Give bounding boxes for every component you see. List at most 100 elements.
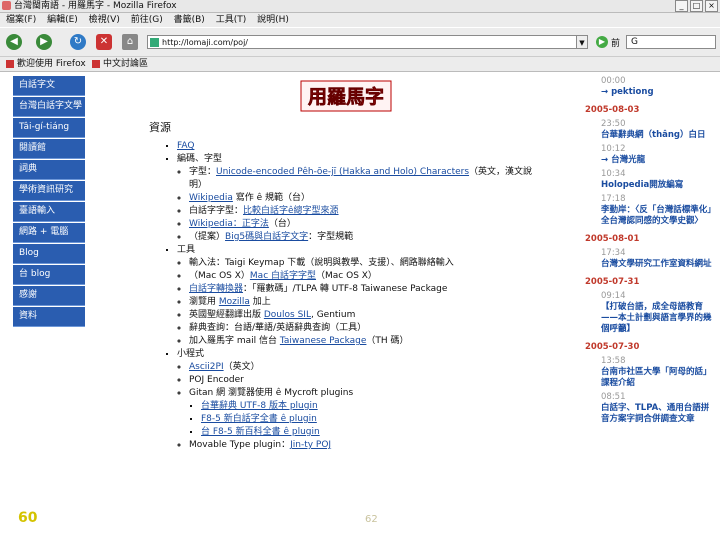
sidebar-item[interactable]: Tâi-gí-tiáng — [13, 118, 85, 138]
blog-sidebar: 00:00 → pektiong 2005-08-03 23:50 台華辭典網（thân… — [585, 76, 717, 428]
svg-text:用羅馬字: 用羅馬字 — [308, 85, 384, 108]
blog-date: 2005-07-31 — [585, 277, 640, 287]
item-text: （提案） — [189, 232, 226, 242]
blog-entry: 13:58 台南市社區大學「阿母的話」課程介紹 — [585, 356, 717, 389]
blog-entry-link[interactable]: 台灣文學研究工作室資料網址 — [601, 259, 717, 270]
blog-entry-link[interactable]: 【打破台語，成全母語教育——本土計劃與語言學界的幾個呼籲】 — [601, 302, 717, 335]
site-logo[interactable]: 用羅馬字 — [300, 80, 392, 112]
list-item: 白話字字型：比較白話字ê總字型來源 — [189, 205, 545, 218]
blog-entry-time: 00:00 — [601, 76, 626, 86]
menu-bookmarks[interactable]: 書籤(B) — [174, 13, 205, 27]
sidebar-item[interactable]: 感謝 — [13, 286, 85, 306]
resource-link[interactable]: Mac 白話字字型 — [250, 271, 316, 281]
blog-entry-time: 08:51 — [601, 392, 626, 402]
menu-go[interactable]: 前往(G) — [131, 13, 163, 27]
resource-link[interactable]: 白話字轉換器 — [189, 284, 243, 294]
item-text: （台） — [268, 219, 296, 229]
forward-arrow-icon[interactable]: ▶ — [36, 34, 52, 50]
blog-entry-link[interactable]: 台華辭典網（thâng）白日 — [601, 130, 717, 141]
blog-date: 2005-08-01 — [585, 234, 640, 244]
item-text: 瀏覽用 — [189, 297, 219, 307]
resource-link[interactable]: 台 F8-5 新百科全書 ê plugin — [201, 427, 320, 437]
list-item: FAQ — [177, 140, 545, 153]
blog-entry-time: 09:14 — [601, 291, 626, 301]
stop-icon[interactable]: ✕ — [96, 34, 112, 50]
faq-link[interactable]: FAQ — [177, 141, 194, 151]
list-item: 英國聖經翻譯出版 Doulos SIL, Gentium — [189, 309, 545, 322]
sidebar-item[interactable]: 閱讀館 — [13, 139, 85, 159]
go-icon[interactable]: ▶ — [596, 36, 608, 48]
window-titlebar: 台灣閩南語 - 用羅馬字 - Mozilla Firefox _ □ × — [0, 0, 720, 13]
item-text: ：字型規範 — [308, 232, 354, 242]
url-dropdown-chevron-icon[interactable]: ▼ — [576, 35, 588, 49]
menu-tools[interactable]: 工具(T) — [216, 13, 247, 27]
bookmark-item[interactable]: 中文討論區 — [92, 57, 148, 71]
menu-help[interactable]: 說明(H) — [257, 13, 289, 27]
resource-link[interactable]: Wikipedia — [189, 193, 233, 203]
resource-link[interactable]: Mozilla — [219, 297, 250, 307]
home-icon[interactable]: ⌂ — [122, 34, 138, 50]
list-item: Wikipedia 寫作 ê 規範（台） — [189, 192, 545, 205]
resource-link[interactable]: Jin-ty POJ — [290, 440, 331, 450]
menu-bar: 檔案(F) 編輯(E) 檢視(V) 前往(G) 書籤(B) 工具(T) 說明(H… — [0, 13, 720, 27]
list-item: 瀏覽用 Mozilla 加上 — [189, 296, 545, 309]
sidebar-item[interactable]: 網路 + 電腦 — [13, 223, 85, 243]
item-text: 寫作 ê 規範（台） — [232, 193, 311, 203]
resource-link[interactable]: 台華辭典 UTF-8 版本 plugin — [201, 401, 318, 411]
sidebar-item[interactable]: Blog — [13, 244, 85, 264]
slide-number: 60 — [18, 510, 38, 526]
menu-file[interactable]: 檔案(F) — [6, 13, 36, 27]
menu-edit[interactable]: 編輯(E) — [47, 13, 78, 27]
list-item: Ascii2PI（英文） — [189, 361, 545, 374]
resource-link[interactable]: Wikipedia：正字法 — [189, 219, 269, 229]
sidebar-item[interactable]: 台 blog — [13, 265, 85, 285]
list-item: POJ Encoder — [189, 374, 545, 387]
list-item: 台華辭典 UTF-8 版本 plugin — [201, 400, 545, 413]
item-text: 辭典查詢：台語/華語/英語 — [189, 323, 295, 333]
blog-entry-link[interactable]: 李勤岸：〈反「台灣話標準化」全台灣認同感的文學史觀〉 — [601, 205, 717, 227]
blog-entry-link[interactable]: 台南市社區大學「阿母的話」課程介紹 — [601, 367, 717, 389]
minimize-button[interactable]: _ — [675, 0, 688, 12]
sidebar-item[interactable]: 資料 — [13, 307, 85, 327]
search-input[interactable]: G — [626, 35, 716, 49]
blog-entry: 09:14 【打破台語，成全母語教育——本土計劃與語言學界的幾個呼籲】 — [585, 291, 717, 335]
list-item: 台 F8-5 新百科全書 ê plugin — [201, 426, 545, 439]
maximize-button[interactable]: □ — [690, 0, 703, 12]
item-text: 加入羅馬字 mail 信台 — [189, 336, 280, 346]
sidebar-item[interactable]: 詞典 — [13, 160, 85, 180]
blog-entry-link[interactable]: 白話字、TLPA、通用台語拼音方案字詞合併調查文章 — [601, 403, 717, 425]
list-item: 白話字轉換器：「羅數碼」/TLPA 轉 UTF-8 Taiwanese Pack… — [189, 283, 545, 296]
sidebar-item[interactable]: 學術資訊研究 — [13, 181, 85, 201]
resource-link[interactable]: Ascii2PI — [189, 362, 224, 372]
item-text: 加上 — [249, 297, 271, 307]
resource-link[interactable]: Unicode-encoded Pêh-ōe-jī (Hakka and Hol… — [216, 167, 469, 177]
resource-link[interactable]: Big5碼與白話字文字 — [225, 232, 308, 242]
blog-entry-link[interactable]: → pektiong — [601, 87, 717, 98]
go-label[interactable]: 前 — [611, 36, 620, 49]
encoding-list: 字型：Unicode-encoded Pêh-ōe-jī (Hakka and … — [177, 166, 545, 244]
firefox-icon — [2, 1, 11, 10]
blog-entry-link[interactable]: → 台灣光龍 — [601, 155, 717, 166]
item-text: 辭典查詢（工具） — [294, 323, 367, 333]
blog-date: 2005-08-03 — [585, 105, 640, 115]
list-item: Gitan 網 瀏覽器使用 ê Mycroft plugins 台華辭典 UTF-… — [189, 387, 545, 439]
sidebar-item[interactable]: 白話字文 — [13, 76, 85, 96]
resource-link[interactable]: Doulos SIL — [264, 310, 311, 320]
blog-entry: 10:34 Holopedia開放編寫 — [585, 169, 717, 191]
sidebar-item[interactable]: 臺語輸入 — [13, 202, 85, 222]
resource-link[interactable]: 比較白話字ê總字型來源 — [243, 206, 339, 216]
search-engine-icon: G — [631, 37, 638, 47]
sidebar-item[interactable]: 台灣白話字文學 — [13, 97, 85, 117]
back-arrow-icon[interactable]: ◀ — [6, 34, 22, 50]
page-content: 白話字文 台灣白話字文學 Tâi-gí-tiáng 閱讀館 詞典 學術資訊研究 … — [0, 72, 720, 540]
resource-link[interactable]: F8-5 新白話字全書 ê plugin — [201, 414, 317, 424]
blog-entry-link[interactable]: Holopedia開放編寫 — [601, 180, 717, 191]
resource-link[interactable]: Taiwanese Package — [280, 336, 367, 346]
url-input[interactable]: http://lomaji.com/poj/ — [147, 35, 587, 49]
list-item: 輸入法：Taigi Keymap 下載（說明與教學、支援）、網路聯絡輸入 — [189, 257, 545, 270]
close-button[interactable]: × — [705, 0, 718, 12]
tools-list: 輸入法：Taigi Keymap 下載（說明與教學、支援）、網路聯絡輸入（Mac… — [177, 257, 545, 348]
bookmark-item[interactable]: 歡迎使用 Firefox — [6, 57, 86, 71]
menu-view[interactable]: 檢視(V) — [89, 13, 120, 27]
reload-icon[interactable]: ↻ — [70, 34, 86, 50]
